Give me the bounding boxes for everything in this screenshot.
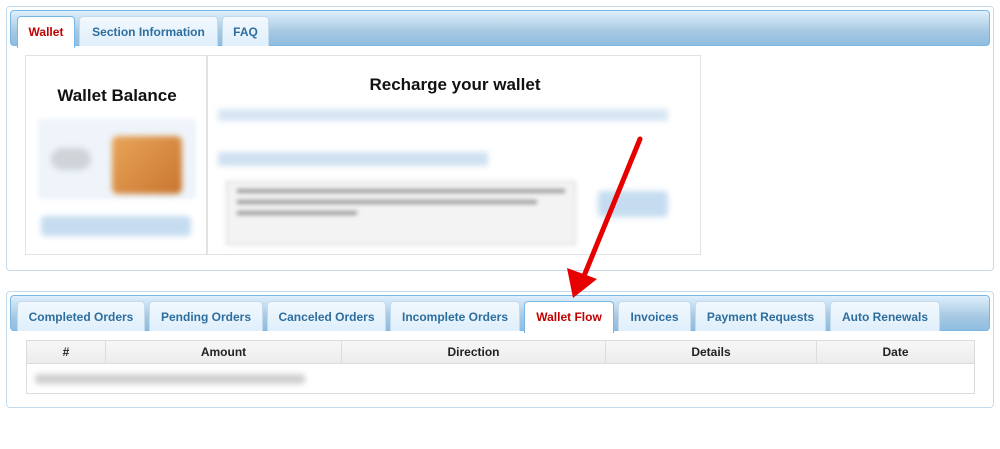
top-tab-bar: Wallet Section Information FAQ xyxy=(10,10,990,48)
balance-amount-blurred xyxy=(51,148,91,170)
column-header-amount[interactable]: Amount xyxy=(106,341,342,364)
empty-message-blurred xyxy=(35,374,305,384)
wallet-balance-box: Wallet Balance xyxy=(25,55,207,255)
tab-section-information[interactable]: Section Information xyxy=(79,16,218,46)
tab-completed-orders[interactable]: Completed Orders xyxy=(17,301,145,331)
orders-panel: Completed Orders Pending Orders Canceled… xyxy=(6,291,994,408)
recharge-notice-blurred xyxy=(226,181,576,245)
tab-pending-orders[interactable]: Pending Orders xyxy=(149,301,263,331)
wallet-balance-title: Wallet Balance xyxy=(57,86,177,105)
column-header-number[interactable]: # xyxy=(27,341,106,364)
bottom-tab-bar: Completed Orders Pending Orders Canceled… xyxy=(10,295,990,333)
balance-action-button-blurred[interactable] xyxy=(41,216,191,236)
tab-wallet-flow[interactable]: Wallet Flow xyxy=(524,301,614,333)
recharge-box: Recharge your wallet xyxy=(207,55,701,255)
tab-wallet[interactable]: Wallet xyxy=(17,16,75,48)
tab-incomplete-orders[interactable]: Incomplete Orders xyxy=(390,301,520,331)
tab-faq[interactable]: FAQ xyxy=(222,16,269,46)
tab-invoices[interactable]: Invoices xyxy=(618,301,691,331)
column-header-details[interactable]: Details xyxy=(606,341,817,364)
wallet-icon xyxy=(112,136,182,194)
column-header-date[interactable]: Date xyxy=(817,341,974,364)
tab-auto-renewals[interactable]: Auto Renewals xyxy=(830,301,940,331)
column-header-direction[interactable]: Direction xyxy=(342,341,606,364)
recharge-button-blurred[interactable] xyxy=(598,191,668,217)
table-header: # Amount Direction Details Date xyxy=(27,341,974,364)
recharge-title: Recharge your wallet xyxy=(369,75,541,94)
wallet-panel: Wallet Section Information FAQ Wallet Ba… xyxy=(6,6,994,271)
tab-canceled-orders[interactable]: Canceled Orders xyxy=(267,301,386,331)
recharge-label-blurred xyxy=(218,152,488,166)
tab-payment-requests[interactable]: Payment Requests xyxy=(695,301,826,331)
recharge-info-blurred xyxy=(218,109,668,121)
wallet-flow-table: # Amount Direction Details Date xyxy=(26,340,975,394)
